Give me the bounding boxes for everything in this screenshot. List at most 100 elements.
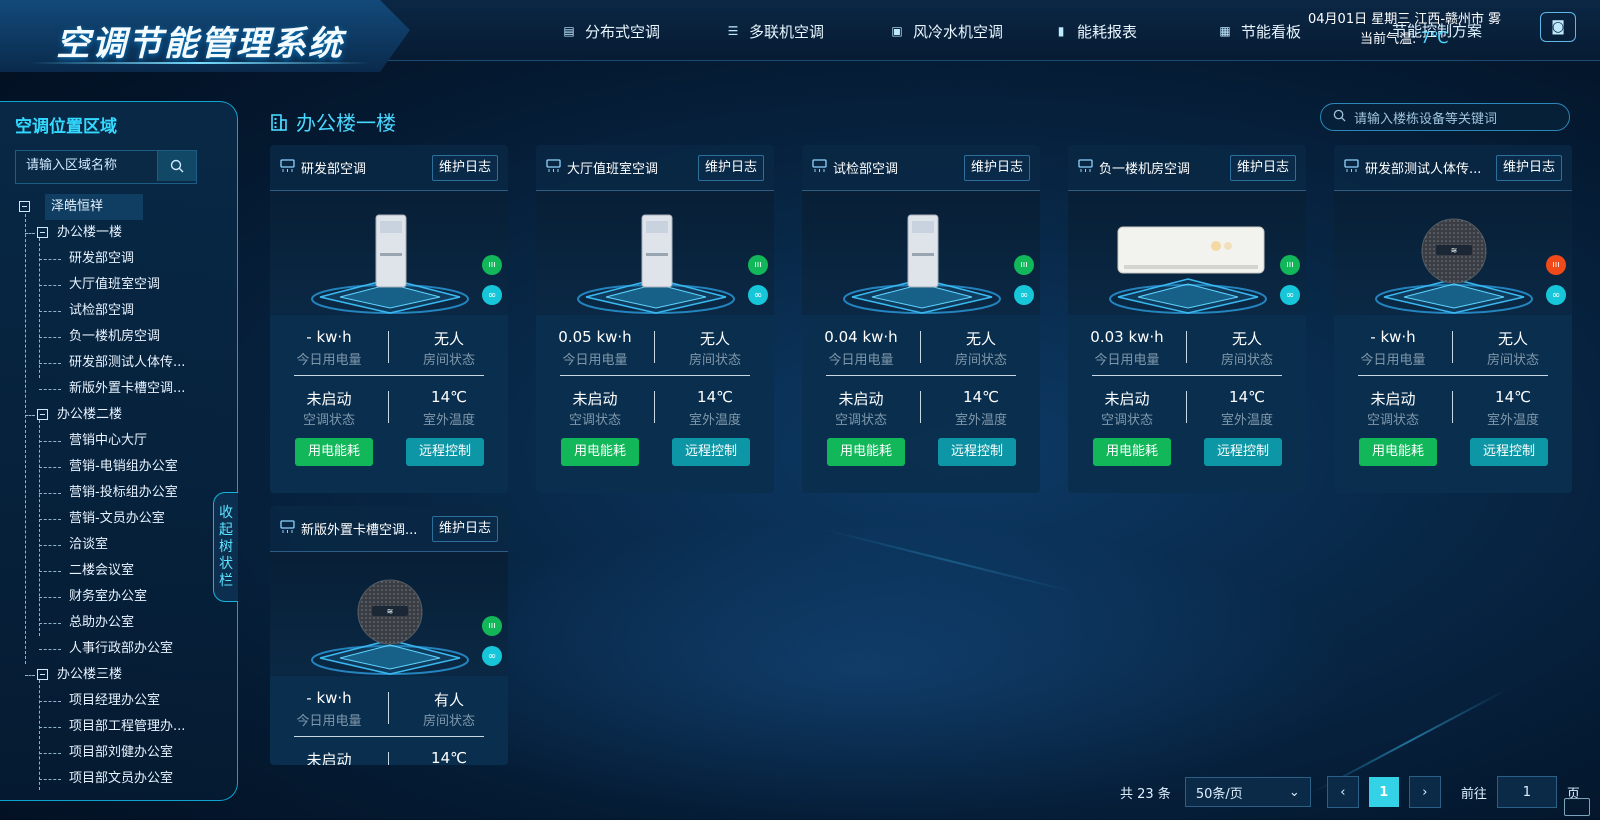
nav-tab-energy-report[interactable]: ▮ 能耗报表 [1027,14,1187,48]
energy-usage-button[interactable]: 用电能耗 [295,438,373,466]
link-icon[interactable]: ∞ [1014,285,1034,305]
divider [1092,375,1282,376]
maintenance-log-button[interactable]: 维护日志 [432,516,498,542]
tree-node[interactable]: 研发部空调 [15,246,200,272]
device-image: ≋ ııı ∞ [270,552,508,675]
maintenance-log-button[interactable]: 维护日志 [1230,155,1296,181]
keyboard-icon[interactable] [1564,798,1590,816]
divider [654,331,655,363]
energy-value: 0.05 kw·h [558,328,632,346]
maintenance-log-button[interactable]: 维护日志 [432,155,498,181]
ac-status-value: 未启动 [838,390,884,408]
link-icon[interactable]: ∞ [482,285,502,305]
tree-node[interactable]: 总助办公室 [15,610,200,636]
tree-node[interactable]: 办公楼二楼 [15,402,200,428]
energy-value: - kw·h [1370,328,1416,346]
pagination: 共 23 条 50条/页 ⌄ ‹ 1 › 前往 1 页 [1120,775,1580,809]
link-icon[interactable]: ∞ [482,646,502,666]
tree-node[interactable]: 项目经理办公室 [15,688,200,714]
signal-status-icon: ııı [1546,255,1566,275]
remote-control-button[interactable]: 远程控制 [1470,438,1548,466]
collapse-toggle-icon[interactable] [37,669,48,680]
tree-node[interactable]: 项目部工程管理办... [15,714,200,740]
link-icon[interactable]: ∞ [748,285,768,305]
remote-control-button[interactable]: 远程控制 [406,438,484,466]
tree-node-label: 办公楼一楼 [57,225,123,240]
tree-node[interactable]: 财务室办公室 [15,584,200,610]
tree-connector [39,337,61,338]
device-card: 新版外置卡槽空调... 维护日志 ≋ ııı ∞ - kw·h 今日用电量 有人 房间状态 未启动… [270,506,508,765]
tree-node[interactable]: 营销-投标组办公室 [15,480,200,506]
device-illustration [577,214,735,314]
tree-connector [39,493,61,494]
link-icon[interactable]: ∞ [1280,285,1300,305]
bar-chart-icon: ▮ [1057,24,1065,38]
tree-node[interactable]: 大厅值班室空调 [15,272,200,298]
area-search-input[interactable]: 请输入区域名称 [16,151,157,183]
nav-tab-chiller-ac[interactable]: ▣ 风冷水机空调 [863,14,1023,48]
tree-node-label: 财务室办公室 [69,589,148,604]
remote-control-button[interactable]: 远程控制 [938,438,1016,466]
tree-node[interactable]: 负一楼机房空调 [15,324,200,350]
screen-settings-button[interactable]: ◙ [1540,12,1576,42]
divider [654,391,655,423]
next-page-button[interactable]: › [1408,776,1441,808]
tree-node[interactable]: 项目部刘健办公室 [15,740,200,766]
page-size-select[interactable]: 50条/页 ⌄ [1184,777,1311,807]
page-number-current[interactable]: 1 [1368,777,1399,807]
location-tree: 泽皓恒祥办公楼一楼研发部空调 大厅值班室空调 试检部空调 负一楼机房空调 研发部测试人体… [15,194,200,792]
prev-page-button[interactable]: ‹ [1326,776,1359,808]
link-icon[interactable]: ∞ [1546,285,1566,305]
maintenance-log-button[interactable]: 维护日志 [964,155,1030,181]
energy-usage-button[interactable]: 用电能耗 [1093,438,1171,466]
remote-control-button[interactable]: 远程控制 [672,438,750,466]
ac-unit-icon [812,159,827,172]
energy-usage-button[interactable]: 用电能耗 [1359,438,1437,466]
maintenance-log-button[interactable]: 维护日志 [1496,155,1562,181]
tree-node-label: 洽谈室 [69,537,109,552]
energy-usage-button[interactable]: 用电能耗 [561,438,639,466]
tree-node[interactable]: 项目部文员办公室 [15,766,200,792]
device-name: 新版外置卡槽空调... [301,523,418,538]
device-illustration: ≋ [1375,218,1533,314]
device-search[interactable]: 请输入楼栋设备等关键词 [1320,103,1570,131]
collapse-tree-button[interactable]: 收起树状栏 [213,492,238,602]
app-title: 空调节能管理系统 [56,24,344,64]
collapse-toggle-icon[interactable] [19,201,30,212]
tree-node[interactable]: 办公楼一楼 [15,220,200,246]
chevron-right-icon: › [1422,784,1428,800]
device-illustration [1109,226,1267,314]
ac-status-value: 未启动 [1370,390,1416,408]
divider [560,375,750,376]
tree-node[interactable]: 试检部空调 [15,298,200,324]
tree-node-label: 营销-投标组办公室 [69,485,178,500]
remote-control-button[interactable]: 远程控制 [1204,438,1282,466]
area-search-button[interactable] [157,151,196,181]
nav-label: 风冷水机空调 [913,22,1004,41]
tree-node[interactable]: 营销-电销组办公室 [15,454,200,480]
ac-status-label: 空调状态 [568,413,621,428]
goto-label: 前往 [1460,786,1487,802]
tree-node[interactable]: 营销中心大厅 [15,428,200,454]
energy-usage-button[interactable]: 用电能耗 [827,438,905,466]
tree-node[interactable]: 办公楼三楼 [15,662,200,688]
divider [826,375,1016,376]
tree-node[interactable]: 泽皓恒祥 [15,194,200,220]
tree-node[interactable]: 新版外置卡槽空调... [15,376,200,402]
tree-node[interactable]: 人事行政部办公室 [15,636,200,662]
collapse-toggle-icon[interactable] [37,409,48,420]
area-search: 请输入区域名称 [15,150,197,184]
room-status-label: 房间状态 [1220,353,1273,368]
nav-tab-distributed-ac[interactable]: ▤ 分布式空调 [535,14,695,48]
outdoor-temp-label: 室外温度 [954,413,1007,428]
tree-node[interactable]: 营销-文员办公室 [15,506,200,532]
tree-node-label: 项目部工程管理办... [69,719,186,734]
tree-node[interactable]: 二楼会议室 [15,558,200,584]
tree-node[interactable]: 研发部测试人体传... [15,350,200,376]
nav-tab-vrf-ac[interactable]: ☰ 多联机空调 [699,14,859,48]
goto-page-input[interactable]: 1 [1496,776,1557,808]
collapse-toggle-icon[interactable] [37,227,48,238]
energy-label: 今日用电量 [296,353,362,368]
tree-node[interactable]: 洽谈室 [15,532,200,558]
maintenance-log-button[interactable]: 维护日志 [698,155,764,181]
